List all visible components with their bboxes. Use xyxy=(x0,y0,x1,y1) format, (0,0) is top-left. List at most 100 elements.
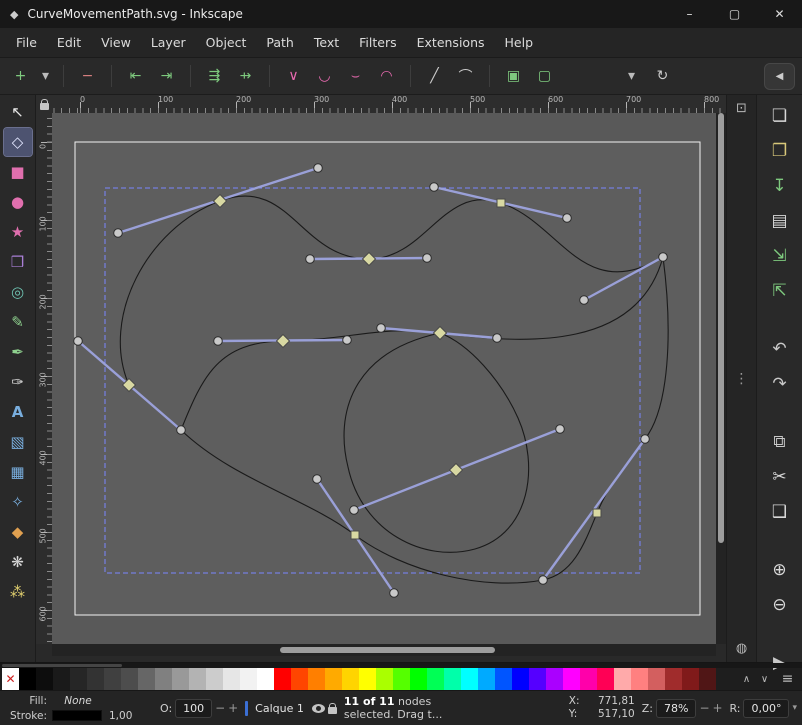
palette-swatch[interactable] xyxy=(614,668,631,690)
rectangle-tool-button[interactable]: ■ xyxy=(4,158,32,186)
segment-curve-button[interactable]: ⌒ xyxy=(452,63,479,90)
palette-swatch[interactable] xyxy=(240,668,257,690)
insert-node-button[interactable]: + xyxy=(7,63,34,90)
palette-swatch[interactable] xyxy=(699,668,716,690)
control-handle[interactable] xyxy=(430,183,439,192)
open-document-button[interactable]: ❐ xyxy=(764,136,796,166)
palette-scroll-up-icon[interactable]: ∧ xyxy=(739,674,754,685)
menu-layer[interactable]: Layer xyxy=(141,29,196,56)
fill-value[interactable]: None xyxy=(52,695,104,707)
rotation-menu-chevron-icon[interactable]: ▾ xyxy=(792,703,797,713)
control-handle[interactable] xyxy=(641,435,650,444)
palette-swatch[interactable] xyxy=(444,668,461,690)
control-handle[interactable] xyxy=(350,506,359,515)
menu-object[interactable]: Object xyxy=(196,29,257,56)
rotation-input[interactable]: 0,00° xyxy=(743,699,789,718)
zoom-to-selection-button[interactable]: ⊕ xyxy=(764,555,796,585)
palette-swatch[interactable] xyxy=(546,668,563,690)
menu-text[interactable]: Text xyxy=(304,29,349,56)
layer-selector[interactable]: Calque 1 xyxy=(255,702,304,715)
palette-swatch[interactable] xyxy=(342,668,359,690)
layer-lock-icon[interactable] xyxy=(328,707,337,714)
star-tool-button[interactable]: ★ xyxy=(4,218,32,246)
minimize-button[interactable]: – xyxy=(667,0,712,28)
pencil-tool-button[interactable]: ✎ xyxy=(4,308,32,336)
palette-swatch[interactable] xyxy=(104,668,121,690)
control-handle[interactable] xyxy=(214,337,223,346)
palette-swatch[interactable] xyxy=(36,668,53,690)
palette-swatch[interactable] xyxy=(512,668,529,690)
insert-node-menu-button[interactable]: ▾ xyxy=(38,63,53,90)
menu-path[interactable]: Path xyxy=(256,29,303,56)
palette-swatch-none[interactable]: ✕ xyxy=(2,668,19,690)
snap-bar-collapse-button[interactable]: ◀ xyxy=(764,63,795,90)
menu-file[interactable]: File xyxy=(6,29,47,56)
control-handle[interactable] xyxy=(580,296,589,305)
palette-swatch[interactable] xyxy=(138,668,155,690)
palette-swatch[interactable] xyxy=(563,668,580,690)
palette-swatch[interactable] xyxy=(325,668,342,690)
palette-swatch[interactable] xyxy=(87,668,104,690)
path-node-square[interactable] xyxy=(593,509,601,517)
palette-swatch[interactable] xyxy=(495,668,512,690)
gradient-tool-button[interactable]: ▧ xyxy=(4,428,32,456)
save-document-button[interactable]: ↧ xyxy=(764,171,796,201)
print-document-button[interactable]: ▤ xyxy=(764,206,796,236)
palette-swatch[interactable] xyxy=(410,668,427,690)
node-auto-smooth-button[interactable]: ◠ xyxy=(373,63,400,90)
palette-scrollbar-thumb[interactable] xyxy=(2,664,122,667)
menu-view[interactable]: View xyxy=(91,29,141,56)
node-symmetric-button[interactable]: ⌣ xyxy=(342,63,369,90)
cut-button[interactable]: ✂ xyxy=(764,462,796,492)
vertical-ruler[interactable]: 0100200300400500600 xyxy=(36,113,52,644)
palette-swatch[interactable] xyxy=(529,668,546,690)
palette-swatch[interactable] xyxy=(308,668,325,690)
maximize-button[interactable]: ▢ xyxy=(712,0,757,28)
calligraphy-tool-button[interactable]: ✑ xyxy=(4,368,32,396)
tweak-tool-button[interactable]: ❋ xyxy=(4,548,32,576)
spiral-tool-button[interactable]: ◎ xyxy=(4,278,32,306)
palette-swatch[interactable] xyxy=(206,668,223,690)
undo-button[interactable]: ↶ xyxy=(764,334,796,364)
control-handle[interactable] xyxy=(314,164,323,173)
break-path-at-node-button[interactable]: ⇤ xyxy=(122,63,149,90)
close-button[interactable]: ✕ xyxy=(757,0,802,28)
horizontal-scrollbar[interactable] xyxy=(52,644,716,656)
object-to-path-button[interactable]: ▣ xyxy=(500,63,527,90)
control-handle[interactable] xyxy=(177,426,186,435)
vertical-scrollbar-thumb[interactable] xyxy=(718,113,724,543)
stroke-color-swatch[interactable] xyxy=(52,710,102,721)
menu-help[interactable]: Help xyxy=(495,29,544,56)
node-tool-button[interactable]: ◇ xyxy=(4,128,32,156)
opacity-decrease-button[interactable]: − xyxy=(215,701,225,715)
join-with-segment-button[interactable]: ⇶ xyxy=(201,63,228,90)
snap-toolbar-overflow-icon[interactable]: ⋮ xyxy=(735,371,749,387)
menu-filters[interactable]: Filters xyxy=(349,29,406,56)
palette-swatch[interactable] xyxy=(70,668,87,690)
palette-swatch[interactable] xyxy=(53,668,70,690)
palette-swatch[interactable] xyxy=(393,668,410,690)
ellipse-tool-button[interactable]: ● xyxy=(4,188,32,216)
palette-swatch[interactable] xyxy=(291,668,308,690)
palette-swatch[interactable] xyxy=(682,668,699,690)
color-management-icon[interactable]: ⊡ xyxy=(736,101,747,116)
control-handle[interactable] xyxy=(377,324,386,333)
palette-scroll-down-icon[interactable]: ∨ xyxy=(757,674,772,685)
palette-swatch[interactable] xyxy=(257,668,274,690)
horizontal-scrollbar-thumb[interactable] xyxy=(280,647,495,653)
control-handle[interactable] xyxy=(74,337,83,346)
stroke-width-value[interactable]: 1,00 xyxy=(109,710,132,722)
palette-swatch[interactable] xyxy=(648,668,665,690)
snap-controls-icon[interactable]: ◍ xyxy=(736,641,747,656)
stroke-to-path-button[interactable]: ▢ xyxy=(531,63,558,90)
palette-swatch[interactable] xyxy=(189,668,206,690)
import-image-button[interactable]: ⇲ xyxy=(764,241,796,271)
node-corner-button[interactable]: ∨ xyxy=(280,63,307,90)
layer-visibility-eye-icon[interactable] xyxy=(312,704,325,713)
coordinates-menu-button[interactable]: ▾ xyxy=(618,63,645,90)
palette-swatch[interactable] xyxy=(597,668,614,690)
zoom-to-drawing-button[interactable]: ⊖ xyxy=(764,590,796,620)
control-handle[interactable] xyxy=(563,214,572,223)
menu-edit[interactable]: Edit xyxy=(47,29,91,56)
control-handle[interactable] xyxy=(390,589,399,598)
